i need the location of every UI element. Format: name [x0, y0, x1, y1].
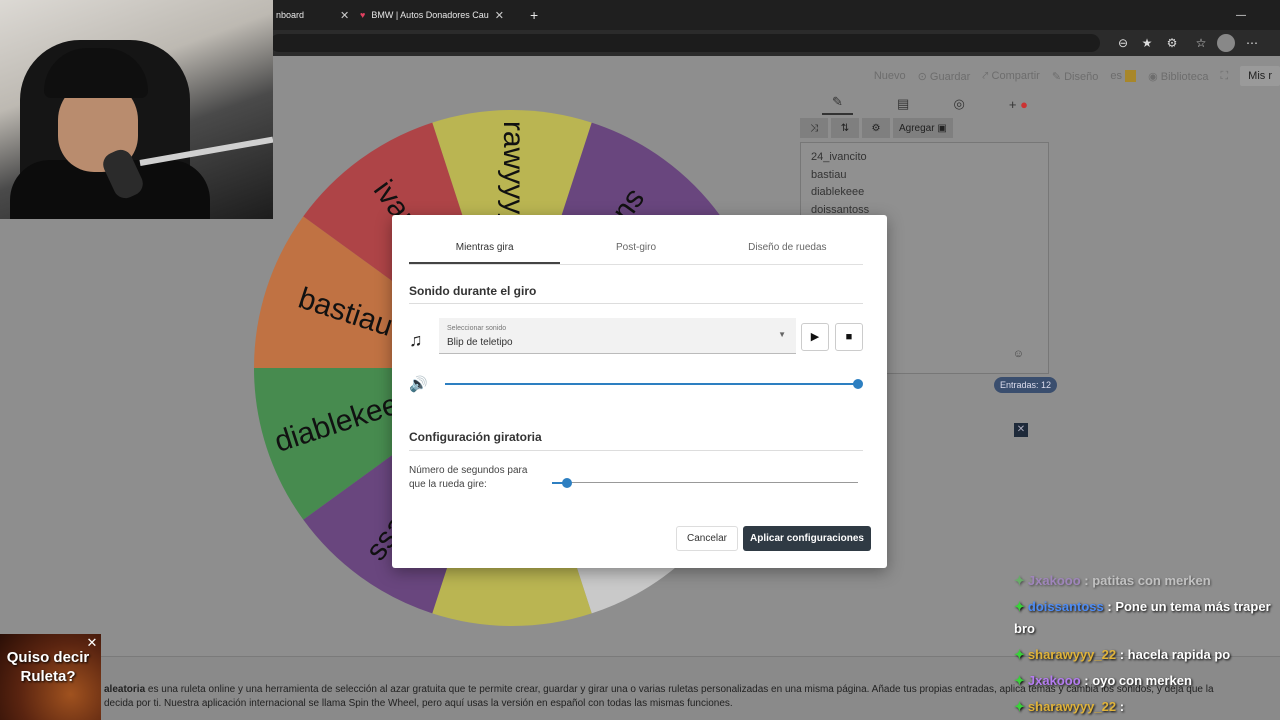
- fullscreen-icon[interactable]: ⛶: [1220, 70, 1228, 83]
- language-button[interactable]: es: [1110, 70, 1137, 82]
- seconds-label: Número de segundos para que la rueda gir…: [409, 465, 528, 490]
- new-button[interactable]: Nuevo: [874, 70, 906, 82]
- minimize-icon[interactable]: —: [1236, 4, 1246, 26]
- menu-icon[interactable]: ⋯: [1243, 34, 1261, 52]
- tab-close-icon[interactable]: ✕: [340, 9, 349, 22]
- music-note-icon: ♫: [409, 330, 423, 350]
- close-x-icon[interactable]: ✕: [1014, 423, 1028, 437]
- library-label: Biblioteca: [1160, 70, 1209, 83]
- modal-tabs: Mientras gira Post-giro Diseño de ruedas: [409, 233, 863, 265]
- tab-post-giro[interactable]: Post-giro: [560, 233, 711, 264]
- chat-username: sharawyyy_22: [1027, 699, 1117, 714]
- star-icon[interactable]: ★: [1138, 34, 1156, 52]
- share-label: Compartir: [991, 69, 1040, 82]
- tab-diseno-ruedas[interactable]: Diseño de ruedas: [712, 233, 863, 264]
- spin-section-title: Configuración giratoria: [409, 430, 542, 444]
- language-label: es: [1110, 70, 1122, 82]
- save-button[interactable]: ⊙ Guardar: [918, 70, 971, 83]
- add-wheel-icon[interactable]: + ●: [1009, 97, 1028, 112]
- zoom-icon[interactable]: ⊖: [1114, 34, 1132, 52]
- chat-badge-icon: ✦: [1014, 573, 1025, 588]
- settings-modal: Mientras gira Post-giro Diseño de ruedas…: [392, 215, 887, 568]
- sound-select-value: Blip de teletipo: [447, 337, 513, 348]
- browser-tab-active[interactable]: ♥ BMW | Autos Donadores Cau ✕: [360, 4, 504, 26]
- entries-count-badge: Entradas: 12: [994, 377, 1058, 393]
- webcam-overlay: [0, 0, 273, 219]
- emoji-icon[interactable]: ☺: [1013, 346, 1024, 364]
- settings-gear-icon[interactable]: ⚙: [862, 118, 890, 138]
- description-bold: aleatoria: [104, 684, 146, 695]
- editor-tools: ⤨ ⇅ ⚙ Agregar ▣: [800, 118, 953, 138]
- entry-item: bastiau: [811, 168, 847, 181]
- apply-button[interactable]: Aplicar configuraciones: [743, 526, 871, 551]
- seconds-slider[interactable]: [552, 482, 858, 483]
- chat-message: ✦ Jxakooo : patitas con merken: [1014, 570, 1280, 592]
- edit-pencil-icon[interactable]: ✎: [822, 94, 853, 115]
- volume-icon: 🔊: [409, 376, 428, 393]
- dropdown-arrow-icon: ▼: [778, 330, 786, 339]
- tab-close-icon[interactable]: ✕: [495, 9, 504, 22]
- chat-username: Jxakooo: [1027, 573, 1081, 588]
- add-image-label: Agregar: [899, 122, 935, 134]
- new-tab-button[interactable]: +: [530, 4, 538, 26]
- profile-avatar[interactable]: [1217, 34, 1235, 52]
- chat-badge-icon: ✦: [1014, 647, 1025, 662]
- chat-badge-icon: ✦: [1014, 599, 1025, 614]
- library-button[interactable]: ◉ Biblioteca: [1148, 70, 1208, 83]
- ad-close-icon[interactable]: ✕: [85, 636, 99, 650]
- chat-message: ✦ sharawyyy_22 : hacela rapida po: [1014, 644, 1280, 666]
- chat-message: ✦ sharawyyy_22 :: [1014, 696, 1280, 718]
- design-button[interactable]: ✎ Diseño: [1052, 70, 1099, 83]
- sound-section-title: Sonido durante el giro: [409, 284, 537, 298]
- sound-select[interactable]: Seleccionar sonido Blip de teletipo ▼: [439, 318, 796, 354]
- play-button[interactable]: ▶: [801, 323, 829, 351]
- chat-badge-icon: ✦: [1014, 699, 1025, 714]
- url-field[interactable]: [270, 34, 1100, 52]
- chat-text: : patitas con merken: [1080, 573, 1211, 588]
- tab-title: nboard: [276, 10, 305, 20]
- share-button[interactable]: ⤤ Compartir: [982, 70, 1040, 83]
- tab-title: BMW | Autos Donadores Cau: [371, 10, 489, 20]
- chat-badge-icon: ✦: [1014, 673, 1025, 688]
- tab-mientras-gira[interactable]: Mientras gira: [409, 233, 561, 264]
- browser-tab[interactable]: nboard ✕: [276, 4, 349, 26]
- chat-username: Jxakooo: [1027, 673, 1081, 688]
- favorites-icon[interactable]: ☆: [1192, 34, 1210, 52]
- chat-text: :: [1116, 699, 1125, 714]
- divider: [409, 450, 863, 451]
- chat-overlay: ✦ Jxakooo : patitas con merken ✦ doissantos…: [1014, 570, 1280, 720]
- divider: [409, 303, 863, 304]
- ad-text: Quiso decir Ruleta?: [6, 649, 90, 685]
- clipboard-icon[interactable]: ▤: [897, 96, 909, 112]
- shuffle-icon[interactable]: ⤨: [800, 118, 828, 138]
- chat-username: doissantoss: [1027, 599, 1104, 614]
- stop-button[interactable]: ■: [835, 323, 863, 351]
- save-label: Guardar: [929, 70, 971, 83]
- entry-item: 24_ivancito: [811, 151, 867, 163]
- volume-slider-thumb[interactable]: [853, 379, 863, 389]
- mis-button[interactable]: Mis r: [1240, 66, 1280, 86]
- top-toolbar: Nuevo ⊙ Guardar ⤤ Compartir ✎ Diseño es …: [874, 66, 1280, 86]
- tab-favicon-icon: ♥: [360, 10, 366, 20]
- entry-item: diablekeee: [811, 186, 865, 198]
- sound-select-label: Seleccionar sonido: [447, 325, 507, 332]
- chat-username: sharawyyy_22: [1027, 647, 1117, 662]
- description-line2: decida por ti. Nuestra aplicación intern…: [104, 698, 733, 709]
- add-image-button[interactable]: Agregar ▣: [893, 118, 953, 138]
- chat-message: ✦ Jxakooo : oyo con merken: [1014, 670, 1280, 692]
- chat-message: ✦ doissantoss : Pone un tema más traper b…: [1014, 596, 1280, 640]
- cancel-button[interactable]: Cancelar: [676, 526, 738, 551]
- chat-text: : hacela rapida po: [1116, 647, 1231, 662]
- spain-flag-icon: [1125, 70, 1137, 82]
- hide-eye-icon[interactable]: ◎: [953, 96, 964, 112]
- roulette-ad[interactable]: Quiso decir Ruleta? ✕: [0, 634, 101, 720]
- editor-tabs: ✎ ▤ ◎ + ●: [800, 92, 1050, 116]
- seconds-slider-thumb[interactable]: [562, 478, 573, 488]
- chat-text: : oyo con merken: [1080, 673, 1192, 688]
- volume-slider[interactable]: [445, 383, 858, 385]
- extensions-icon[interactable]: ⚙: [1163, 34, 1181, 52]
- sort-icon[interactable]: ⇅: [831, 118, 859, 138]
- design-label: Diseño: [1064, 70, 1099, 83]
